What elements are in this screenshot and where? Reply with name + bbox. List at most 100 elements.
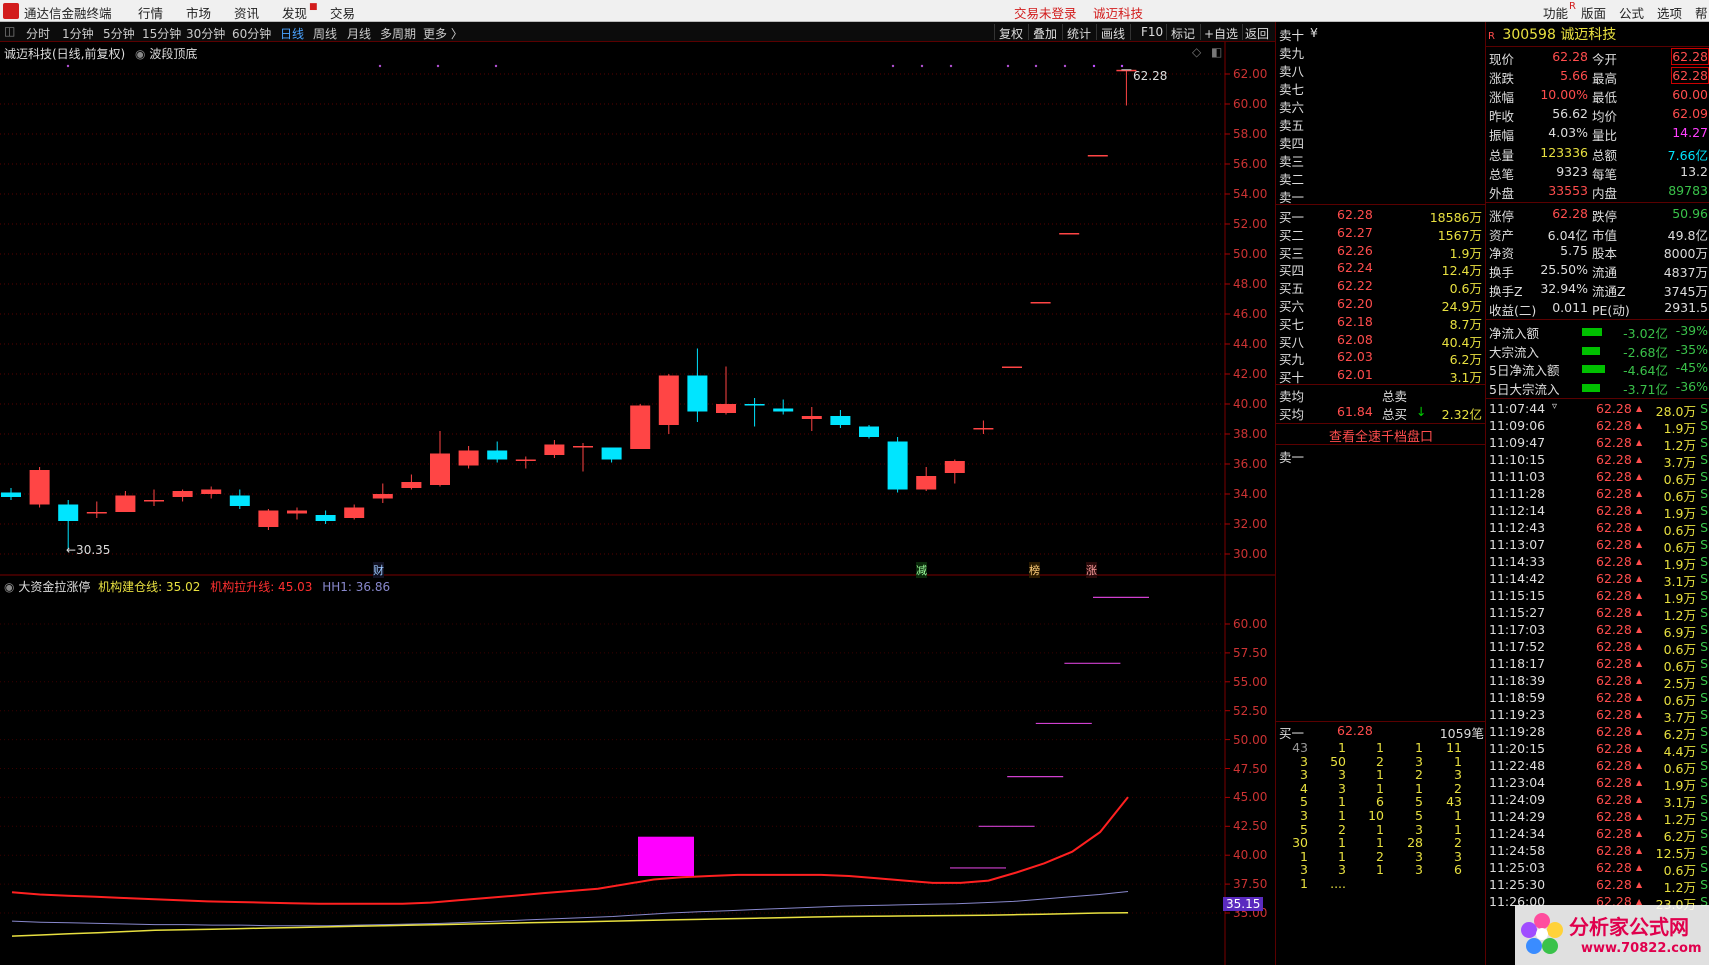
tick-row[interactable]: 11:22:48 62.28 ▲ 0.6万 S xyxy=(1486,758,1709,776)
buy-row[interactable]: 买六 62.20 24.9万 xyxy=(1276,296,1486,314)
tick-row[interactable]: 11:25:03 62.28 ▲ 0.6万 S xyxy=(1486,860,1709,878)
tick-row[interactable]: 11:12:43 62.28 ▲ 0.6万 S xyxy=(1486,520,1709,538)
tick-row[interactable]: 11:09:06 62.28 ▲ 1.9万 S xyxy=(1486,418,1709,436)
candle-body xyxy=(916,476,937,490)
period-tab-monthly[interactable]: 月线 xyxy=(347,25,371,42)
period-tab-30min[interactable]: 30分钟 xyxy=(186,25,225,42)
buy-row[interactable]: 买十 62.01 3.1万 xyxy=(1276,367,1486,385)
buy-row[interactable]: 买八 62.08 40.4万 xyxy=(1276,332,1486,350)
tool-f10-button[interactable]: F10 xyxy=(1141,25,1163,39)
menu-item-help[interactable]: 帮 xyxy=(1695,3,1708,22)
buy-row[interactable]: 买五 62.22 0.6万 xyxy=(1276,278,1486,296)
buy-row[interactable]: 买一 62.28 18586万 xyxy=(1276,207,1486,225)
tick-row[interactable]: 11:24:58 62.28 ▲ 12.5万 S xyxy=(1486,843,1709,861)
tick-row[interactable]: 11:14:33 62.28 ▲ 1.9万 S xyxy=(1486,554,1709,572)
menu-item-options[interactable]: 选项 xyxy=(1657,3,1682,22)
sell-row[interactable]: 卖七 xyxy=(1276,79,1486,97)
period-tab-15min[interactable]: 15分钟 xyxy=(142,25,181,42)
tick-row[interactable]: 11:15:27 62.28 ▲ 1.2万 S xyxy=(1486,605,1709,623)
tool-adjust-button[interactable]: 复权 xyxy=(999,25,1023,42)
menu-item-function[interactable]: 功能 xyxy=(1543,3,1568,22)
buy-row[interactable]: 买四 62.24 12.4万 xyxy=(1276,260,1486,278)
tool-draw-button[interactable]: 画线 xyxy=(1101,25,1125,42)
tick-row[interactable]: 11:10:15 62.28 ▲ 3.7万 S xyxy=(1486,452,1709,470)
kline-chart[interactable] xyxy=(0,42,1275,965)
tick-row[interactable]: 11:17:52 62.28 ▲ 0.6万 S xyxy=(1486,639,1709,657)
tick-row[interactable]: 11:14:42 62.28 ▲ 3.1万 S xyxy=(1486,571,1709,589)
menu-item-discover[interactable]: 发现 xyxy=(282,3,307,22)
period-tab-60min[interactable]: 60分钟 xyxy=(232,25,271,42)
tick-row[interactable]: 11:20:15 62.28 ▲ 4.4万 S xyxy=(1486,741,1709,759)
panel-toggle-icon[interactable]: ◫ xyxy=(4,24,15,38)
period-tab-timeshare[interactable]: 分时 xyxy=(26,25,50,42)
marker-finance[interactable]: 财 xyxy=(373,562,384,578)
menu-item-news[interactable]: 资讯 xyxy=(234,3,259,22)
sell-row[interactable]: 卖二 xyxy=(1276,169,1486,187)
sell-row[interactable]: 卖四 xyxy=(1276,133,1486,151)
tick-row[interactable]: 11:11:03 62.28 ▲ 0.6万 S xyxy=(1486,469,1709,487)
marker-limitup[interactable]: 涨 xyxy=(1086,562,1097,578)
tick-row[interactable]: 11:24:29 62.28 ▲ 1.2万 S xyxy=(1486,809,1709,827)
flow-row: 净流入额 -3.02亿 -39% xyxy=(1486,323,1709,342)
menu-item-market[interactable]: 行情 xyxy=(138,3,163,22)
quote-label: 今开 xyxy=(1592,52,1618,67)
sell-row[interactable]: 卖一 xyxy=(1276,187,1486,205)
marker-reduce[interactable]: 减 xyxy=(916,562,927,578)
tool-back-button[interactable]: 返回 xyxy=(1245,25,1269,42)
price-axis-label: 54.00 xyxy=(1233,187,1268,201)
sell-row[interactable]: 卖八 xyxy=(1276,61,1486,79)
period-tab-5min[interactable]: 5分钟 xyxy=(103,25,135,42)
tool-stats-button[interactable]: 统计 xyxy=(1067,25,1091,42)
tick-row[interactable]: 11:07:44 ▿ 62.28 ▲ 28.0万 S xyxy=(1486,401,1709,419)
tool-add-watchlist-button[interactable]: +自选 xyxy=(1204,25,1238,42)
quote-label: 总量 xyxy=(1489,147,1515,163)
buy-row[interactable]: 买七 62.18 8.7万 xyxy=(1276,314,1486,332)
tick-row[interactable]: 11:18:17 62.28 ▲ 0.6万 S xyxy=(1486,656,1709,674)
sell-row[interactable]: 卖五 xyxy=(1276,115,1486,133)
sell-row[interactable]: 卖六 xyxy=(1276,97,1486,115)
period-tab-weekly[interactable]: 周线 xyxy=(313,25,337,42)
tick-row[interactable]: 11:25:30 62.28 ▲ 1.2万 S xyxy=(1486,877,1709,895)
menu-item-trade[interactable]: 交易 xyxy=(330,3,355,22)
candle-body xyxy=(29,470,50,505)
low-price-label: ←30.35 xyxy=(66,543,111,557)
tick-row[interactable]: 11:23:04 62.28 ▲ 1.9万 S xyxy=(1486,775,1709,793)
tick-row[interactable]: 11:19:23 62.28 ▲ 3.7万 S xyxy=(1486,707,1709,725)
tick-row[interactable]: 11:11:28 62.28 ▲ 0.6万 S xyxy=(1486,486,1709,504)
quote-row: 资产 6.04亿 市值 49.8亿 xyxy=(1486,225,1709,244)
tool-overlay-button[interactable]: 叠加 xyxy=(1033,25,1057,42)
tick-row[interactable]: 11:15:15 62.28 ▲ 1.9万 S xyxy=(1486,588,1709,606)
period-tab-more[interactable]: 更多 〉 xyxy=(423,25,463,42)
filter-icon[interactable]: ▿ xyxy=(1552,401,1557,412)
buy-row[interactable]: 买三 62.26 1.9万 xyxy=(1276,243,1486,261)
tick-row[interactable]: 11:17:03 62.28 ▲ 6.9万 S xyxy=(1486,622,1709,640)
period-tab-daily[interactable]: 日线 xyxy=(280,25,304,42)
tick-row[interactable]: 11:09:47 62.28 ▲ 1.2万 S xyxy=(1486,435,1709,453)
period-tab-1min[interactable]: 1分钟 xyxy=(62,25,94,42)
tick-row[interactable]: 11:12:14 62.28 ▲ 1.9万 S xyxy=(1486,503,1709,521)
menu-item-layout[interactable]: 版面 xyxy=(1581,3,1606,22)
menu-item-formula[interactable]: 公式 xyxy=(1619,3,1644,22)
menu-item-exchange[interactable]: 市场 xyxy=(186,3,211,22)
marker-rank[interactable]: 榜 xyxy=(1029,562,1040,578)
tool-mark-button[interactable]: 标记 xyxy=(1171,25,1195,42)
tick-row[interactable]: 11:13:07 62.28 ▲ 0.6万 S xyxy=(1486,537,1709,555)
buy-row[interactable]: 买九 62.03 6.2万 xyxy=(1276,349,1486,367)
buy-row[interactable]: 买二 62.27 1567万 xyxy=(1276,225,1486,243)
tick-side: S xyxy=(1700,571,1708,586)
sell-row[interactable]: 卖九 xyxy=(1276,43,1486,61)
tick-row[interactable]: 11:24:34 62.28 ▲ 6.2万 S xyxy=(1486,826,1709,844)
indicator-name[interactable]: 大资金拉涨停 xyxy=(18,580,90,594)
tick-row[interactable]: 11:24:09 62.28 ▲ 3.1万 S xyxy=(1486,792,1709,810)
indicator-toggle-icon[interactable]: ◉ xyxy=(4,580,14,594)
sell-row[interactable]: 卖三 xyxy=(1276,151,1486,169)
full-depth-link[interactable]: 查看全速千档盘口 xyxy=(1276,424,1486,445)
tick-row[interactable]: 11:18:59 62.28 ▲ 0.6万 S xyxy=(1486,690,1709,708)
tick-up-icon: ▲ xyxy=(1636,693,1643,702)
sell-10-row[interactable]: 卖十 ¥ xyxy=(1276,25,1486,43)
login-status[interactable]: 交易未登录 xyxy=(1014,3,1077,22)
tick-time: 11:17:03 xyxy=(1489,622,1546,637)
tick-row[interactable]: 11:18:39 62.28 ▲ 2.5万 S xyxy=(1486,673,1709,691)
period-tab-multi[interactable]: 多周期 xyxy=(380,25,416,42)
tick-row[interactable]: 11:19:28 62.28 ▲ 6.2万 S xyxy=(1486,724,1709,742)
